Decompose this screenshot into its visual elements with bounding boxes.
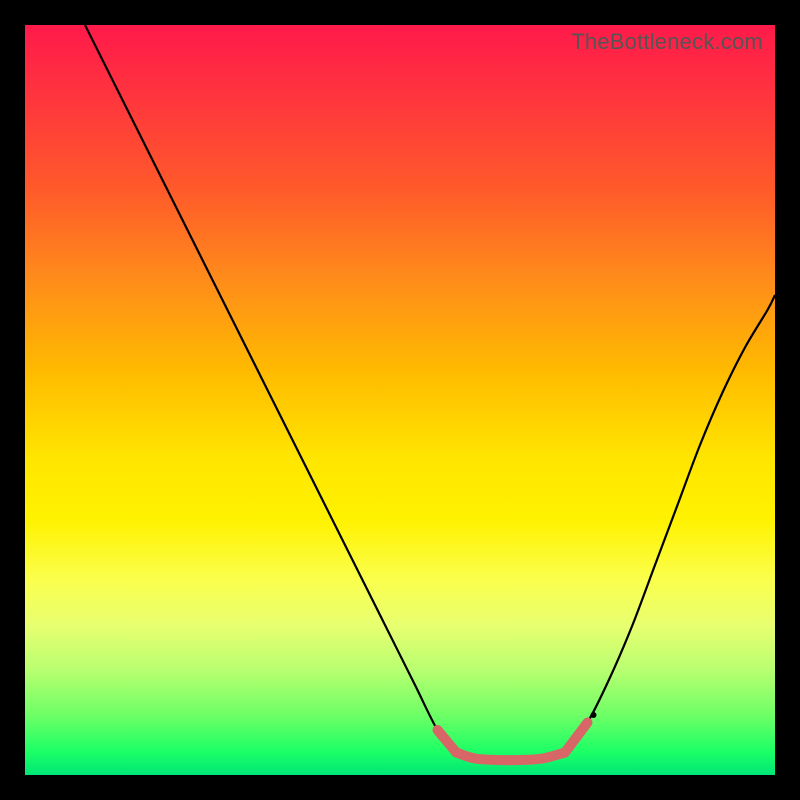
chart-frame: TheBottleneck.com [0,0,800,800]
series-right-branch [565,295,775,753]
point-marker-left [434,726,442,734]
plot-area: TheBottleneck.com [25,25,775,775]
chart-svg [25,25,775,775]
point-marker-dot [591,712,597,718]
series-right-highlight [565,723,588,753]
series-floor-highlight [456,753,565,761]
series-left-branch [85,25,456,753]
point-marker-right [584,719,592,727]
